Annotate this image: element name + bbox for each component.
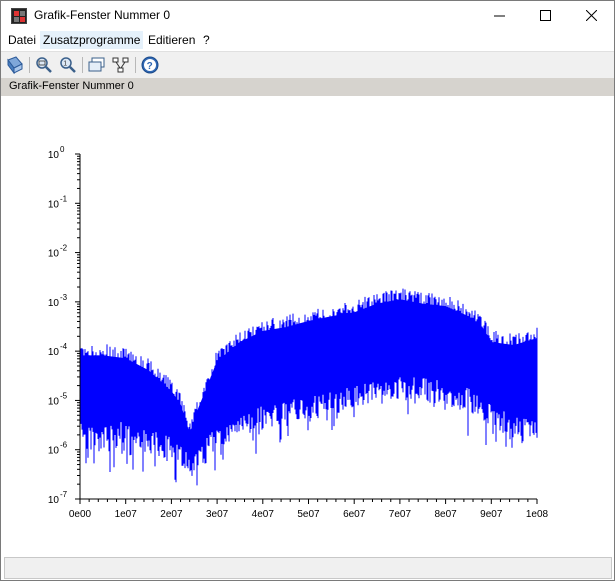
y-tick-label: 10 [48, 249, 60, 260]
figure-label: Grafik-Fenster Nummer 0 [9, 80, 134, 92]
help-button[interactable]: ? [140, 55, 160, 75]
rotate-icon [7, 56, 23, 74]
svg-text:1: 1 [63, 61, 67, 68]
svg-text:?: ? [147, 61, 153, 72]
zoom-button[interactable] [34, 55, 54, 75]
rotate-button[interactable] [5, 55, 25, 75]
x-tick-label: 9e07 [480, 509, 503, 520]
datatip-icon [112, 57, 129, 73]
y-tick-exponent: -2 [60, 244, 68, 253]
datatip-button[interactable] [111, 55, 131, 75]
x-tick-label: 6e07 [343, 509, 366, 520]
x-tick-label: 0e00 [69, 509, 92, 520]
unzoom-icon: 1 [60, 57, 76, 73]
x-tick-label: 2e07 [160, 509, 183, 520]
y-tick-label: 10 [48, 150, 60, 161]
y-tick-label: 10 [48, 495, 60, 506]
y-tick-exponent: -1 [60, 194, 68, 203]
new-figure-button[interactable] [87, 55, 107, 75]
figure-label-bar: Grafik-Fenster Nummer 0 [1, 78, 614, 96]
scilab-app-icon [11, 8, 27, 24]
x-tick-label: 8e07 [434, 509, 457, 520]
graphics-window: Grafik-Fenster Nummer 0 Datei Zusatzprog… [0, 0, 615, 581]
maximize-icon [540, 10, 551, 21]
x-tick-label: 1e08 [526, 509, 549, 520]
menu-editieren[interactable]: Editieren [145, 31, 198, 49]
chart[interactable]: 0e00 1e07 2e07 3e07 4e07 5e07 6e07 7e07 8e07 9e07… [1, 96, 614, 556]
help-icon: ? [141, 56, 159, 74]
title-bar[interactable]: Grafik-Fenster Nummer 0 [1, 1, 614, 31]
menu-bar: Datei Zusatzprogramme Editieren ? [1, 31, 614, 49]
y-tick-label: 10 [48, 199, 60, 210]
status-bar [4, 557, 612, 579]
menu-datei[interactable]: Datei [5, 31, 39, 49]
y-tick-exponent: -3 [60, 293, 68, 302]
minimize-button[interactable] [476, 1, 522, 31]
figure-window-icon [88, 57, 105, 72]
y-tick-label: 10 [48, 347, 60, 358]
x-tick-label: 3e07 [206, 509, 229, 520]
y-tick-label: 10 [48, 446, 60, 457]
close-button[interactable] [568, 1, 614, 31]
menu-zusatzprogramme[interactable]: Zusatzprogramme [40, 31, 144, 49]
y-tick-label: 10 [48, 298, 60, 309]
x-tick-label: 5e07 [297, 509, 320, 520]
close-icon [586, 10, 597, 21]
x-tick-label: 4e07 [252, 509, 275, 520]
window-title: Grafik-Fenster Nummer 0 [34, 8, 171, 22]
maximize-button[interactable] [522, 1, 568, 31]
y-tick-exponent: -6 [60, 441, 68, 450]
zoom-area-icon [36, 57, 52, 73]
plot-area[interactable]: 0e00 1e07 2e07 3e07 4e07 5e07 6e07 7e07 8e07 9e07… [1, 96, 614, 556]
toolbar: 1 ? [1, 51, 614, 78]
y-tick-label: 10 [48, 396, 60, 407]
x-tick-label: 1e07 [115, 509, 138, 520]
y-tick-exponent: -5 [60, 391, 68, 400]
menu-help[interactable]: ? [200, 31, 213, 49]
y-tick-exponent: 0 [60, 145, 65, 154]
y-tick-exponent: -4 [60, 342, 68, 351]
minimize-icon [494, 15, 505, 17]
y-tick-exponent: -7 [60, 490, 68, 499]
unzoom-button[interactable]: 1 [58, 55, 78, 75]
x-tick-label: 7e07 [389, 509, 412, 520]
